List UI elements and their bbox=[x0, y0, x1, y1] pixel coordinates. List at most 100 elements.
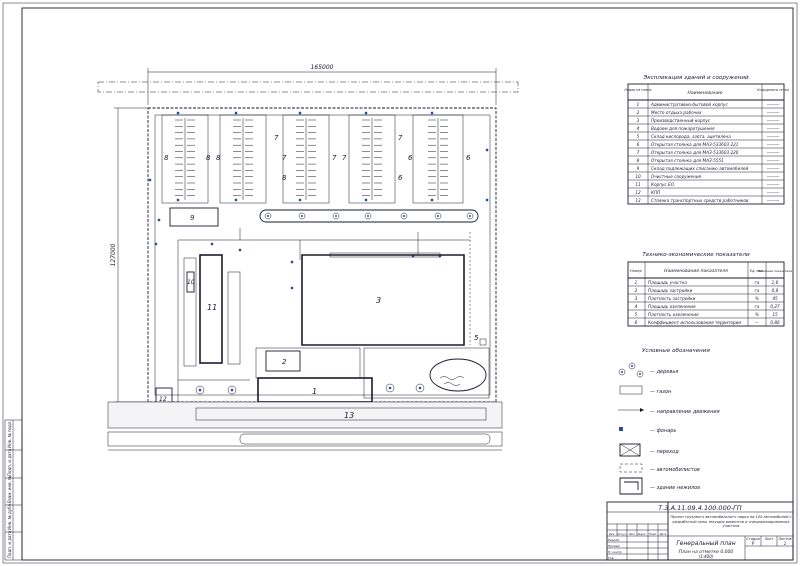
side-stamp-4: Инв. № дубл. bbox=[7, 503, 12, 530]
lamp-marker bbox=[238, 248, 242, 252]
legend-lawn: — газон bbox=[650, 389, 672, 395]
expl-row-num: 1 bbox=[637, 102, 640, 107]
legend-building-icon bbox=[619, 477, 643, 495]
expl-row-coord: ——— bbox=[767, 110, 780, 115]
legend-crossing: — переход bbox=[650, 449, 679, 455]
expl-row-coord: ——— bbox=[767, 182, 780, 187]
sheet-scale: (1:400) bbox=[699, 554, 714, 559]
expl-row-name: Стоянка транспортных средств работников bbox=[651, 198, 749, 203]
side-stamp-2: Подп. и дата bbox=[7, 448, 12, 476]
expl-row-coord: ——— bbox=[767, 158, 780, 163]
project-name: Проект грузового автомобильного парка на… bbox=[670, 515, 792, 528]
expl-row-num: 9 bbox=[637, 166, 640, 171]
ind-row-value: 0,86 bbox=[770, 320, 780, 325]
ind-row-num: 1 bbox=[635, 280, 638, 285]
building-10-label: 10 bbox=[187, 279, 195, 286]
expl-row-num: 11 bbox=[635, 182, 641, 187]
title-block-role: Разраб. bbox=[608, 538, 620, 542]
green-strip-bottom bbox=[239, 433, 491, 445]
expl-row-coord: ——— bbox=[767, 174, 780, 179]
sheet-title: Генеральный план bbox=[676, 540, 735, 547]
street-parking-13 bbox=[107, 401, 503, 429]
building-5 bbox=[479, 338, 487, 346]
building-11-label: 11 bbox=[207, 303, 217, 312]
expl-row-num: 12 bbox=[635, 190, 641, 195]
ind-row-name: Площадь озеленения bbox=[648, 304, 696, 309]
parking-label-8b: 8 bbox=[206, 154, 211, 162]
legend-building: — здание нежилое bbox=[650, 485, 700, 491]
title-block-role: Провер. bbox=[608, 544, 621, 548]
strip-tree-center bbox=[335, 215, 337, 217]
strip-trees bbox=[264, 212, 474, 220]
parking-label-6c: 6 bbox=[466, 154, 471, 162]
parking-label-7a: 7 bbox=[274, 134, 279, 142]
lamp-marker bbox=[234, 111, 238, 115]
expl-row-name: Корпус ЕО bbox=[651, 182, 675, 187]
title-block-role: Утв. bbox=[608, 556, 614, 560]
expl-row-num: 6 bbox=[637, 142, 640, 147]
large-tree-center bbox=[388, 386, 392, 390]
expl-row-name: Открытая стоянка для МАЗ-533603 221 bbox=[651, 142, 739, 147]
ind-row-num: 6 bbox=[635, 320, 638, 325]
pond-waves bbox=[439, 376, 465, 386]
expl-row-coord: ——— bbox=[767, 134, 780, 139]
lamp-marker bbox=[290, 286, 294, 290]
lamp-marker bbox=[290, 260, 294, 264]
legend-lawn-icon bbox=[619, 385, 643, 395]
strip-tree-center bbox=[267, 215, 269, 217]
height-dimension: 127000 bbox=[110, 243, 117, 266]
expl-row-name: Склад кислорода, азота, ацетилена bbox=[651, 134, 731, 139]
expl-row-coord: ——— bbox=[767, 150, 780, 155]
ind-header-name: Наименование показателя bbox=[664, 268, 728, 274]
left-driveway bbox=[177, 240, 250, 402]
expl-row-coord: ——— bbox=[767, 142, 780, 147]
dimension-width: 165000 bbox=[147, 64, 497, 105]
drawing-code: Т.З.А.11.09.4.100.000-ГП bbox=[658, 504, 742, 512]
lamp-marker bbox=[234, 198, 238, 202]
explication-title: Экспликация зданий и сооружений bbox=[642, 75, 749, 81]
legend-trees: — деревья bbox=[650, 369, 678, 375]
title-block-cell: Дата bbox=[659, 532, 667, 536]
indicators-table: Технико-экономические показатели Номер Н… bbox=[627, 252, 792, 327]
side-stamp-5: Подп. и дата bbox=[7, 530, 12, 558]
ind-row-unit: га bbox=[755, 304, 760, 309]
lamp-marker bbox=[154, 242, 158, 246]
title-block: Т.З.А.11.09.4.100.000-ГП Проект грузовог… bbox=[606, 501, 794, 561]
parking-label-6b: 6 bbox=[408, 154, 413, 162]
ind-header-value: Значение показателя bbox=[758, 269, 792, 273]
expl-row-coord: ——— bbox=[767, 118, 780, 123]
indicators-title: Технико-экономические показатели bbox=[642, 252, 750, 258]
parking-label-6a: 6 bbox=[398, 174, 403, 182]
ind-row-num: 4 bbox=[635, 304, 638, 309]
title-block-role: Н. контр. bbox=[608, 550, 622, 554]
lamp-marker bbox=[364, 198, 368, 202]
ind-row-num: 5 bbox=[635, 312, 638, 317]
title-block-cell: №док. bbox=[637, 533, 647, 536]
expl-row-name: Открытая стоянка для МАЗ-533603 220 bbox=[651, 150, 739, 155]
legend-lamp-icon bbox=[619, 427, 623, 431]
legend-road: — автомобилистов bbox=[650, 467, 700, 473]
building-3-label: 3 bbox=[376, 296, 381, 305]
parking-label-7c: 7 bbox=[332, 154, 337, 162]
ind-row-name: Коэффициент использования территории bbox=[648, 320, 741, 325]
ind-row-value: 45 bbox=[772, 296, 778, 301]
expl-row-num: 10 bbox=[635, 174, 641, 179]
ind-row-unit: % bbox=[755, 312, 759, 317]
parking-label-7b: 7 bbox=[282, 154, 287, 162]
expl-header-coord: Координаты сетки bbox=[757, 88, 788, 92]
sheets-value: 1 bbox=[784, 541, 787, 546]
building-13-label: 13 bbox=[344, 411, 354, 420]
explication-table: Экспликация зданий и сооружений Номер на… bbox=[625, 75, 789, 205]
legend-direction: — направление движения bbox=[650, 409, 720, 415]
building-3 bbox=[301, 254, 465, 346]
strip-tree-center bbox=[437, 215, 439, 217]
stage-value: Р bbox=[752, 541, 755, 546]
pond bbox=[429, 358, 487, 392]
project-name-box: Проект грузового автомобильного парка на… bbox=[670, 515, 792, 528]
ind-row-value: 0,8 bbox=[772, 288, 779, 293]
site-plan: 165000 127000 8 8 8 8 7 7 7 7 7 6 6 6 9 … bbox=[97, 64, 519, 451]
lamp-marker bbox=[176, 111, 180, 115]
title-block-cell: Кол.уч bbox=[618, 532, 627, 536]
expl-row-num: 4 bbox=[637, 126, 640, 131]
strip-tree-center bbox=[469, 215, 471, 217]
